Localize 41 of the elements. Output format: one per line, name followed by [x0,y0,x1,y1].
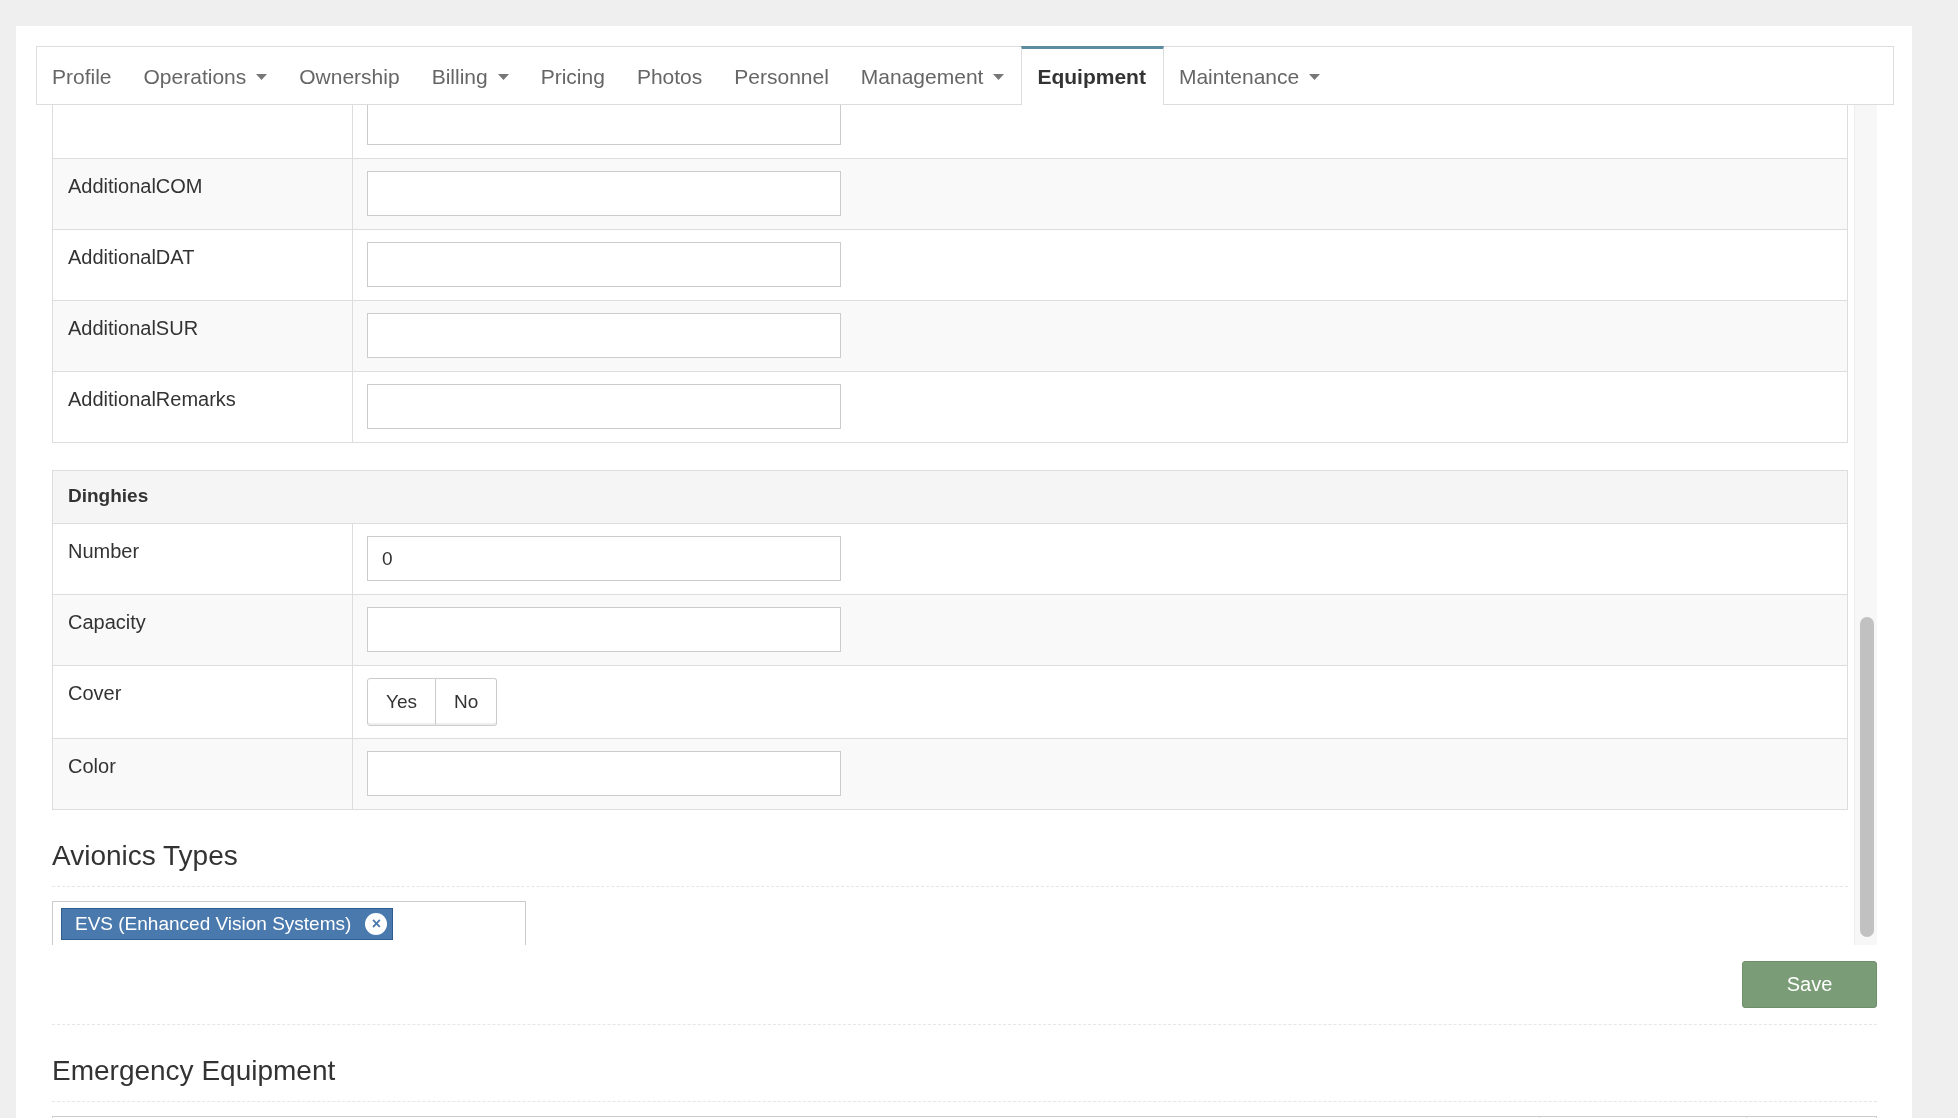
input-field[interactable] [367,751,841,796]
field-label: Capacity [68,611,146,633]
field-label: AdditionalRemarks [68,388,236,410]
section-heading: Emergency Equipment [52,1055,337,1087]
toggle-button[interactable]: No [436,678,498,726]
input-field[interactable] [367,242,841,287]
field-label: Number [68,540,140,562]
tag-label: EVS (Enhanced Vision Systems) [75,913,352,935]
tab[interactable]: Photos [621,46,720,104]
field-label: AdditionalCOM [68,175,203,197]
tab[interactable]: Management [845,46,1022,104]
input-field[interactable] [367,607,841,652]
tab[interactable]: Pricing [525,46,622,104]
tab[interactable]: Ownership [284,46,417,104]
tab[interactable]: Maintenance [1163,46,1338,104]
tab[interactable]: Billing [416,46,526,104]
section-title: Dinghies [68,485,149,506]
field-label: Cover [68,682,122,704]
input-field[interactable] [367,384,841,429]
caret-icon [256,73,268,80]
remove-button[interactable]: × [365,913,388,935]
input-field[interactable] [367,313,841,358]
section-heading: Avionics Types [52,840,239,872]
tab[interactable]: Personnel [719,46,846,104]
toggle-button[interactable]: Yes [367,678,436,726]
scrollbar-thumb[interactable] [1860,617,1874,937]
field-label: AdditionalSUR [68,317,199,339]
caret-icon [993,73,1005,80]
save-button[interactable]: Save [1742,961,1877,1008]
scrollbar[interactable] [1854,105,1877,945]
tab[interactable]: Profile [37,46,129,104]
field-label: AdditionalDAT [68,246,195,268]
caret-icon [1309,73,1321,80]
input-field[interactable] [367,171,841,216]
caret-icon [497,73,509,80]
tab[interactable]: Operations [128,46,285,104]
field-label: Color [68,755,116,777]
input-field[interactable] [367,105,841,145]
tab[interactable]: Equipment [1021,46,1164,105]
input-field[interactable]: 0 [367,536,841,581]
tag-select-field[interactable]: EVS (Enhanced Vision Systems) × [52,901,526,945]
